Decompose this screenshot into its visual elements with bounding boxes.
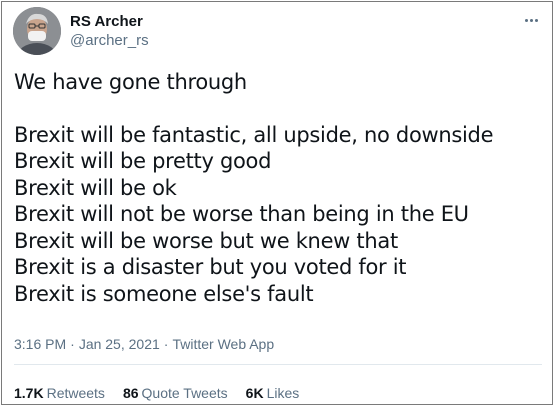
dot [534, 18, 538, 22]
likes-label: Likes [266, 385, 300, 401]
user-handle[interactable]: @archer_rs [70, 32, 149, 50]
tweet-date[interactable]: Jan 25, 2021 [79, 336, 160, 352]
tweet-stats: 1.7K Retweets 86 Quote Tweets 6K Likes [14, 385, 299, 401]
display-name[interactable]: RS Archer [70, 13, 149, 31]
quotes-count: 86 [122, 385, 139, 401]
quotes-label: Quote Tweets [141, 385, 228, 401]
quote-tweets-stat[interactable]: 86 Quote Tweets [123, 385, 228, 401]
tweet-header: RS Archer @archer_rs [13, 7, 542, 57]
retweets-label: Retweets [46, 385, 105, 401]
tweet-line: Brexit will be pretty good [14, 149, 272, 173]
more-options-icon[interactable] [520, 11, 542, 29]
tweet-meta: 3:16 PM · Jan 25, 2021 · Twitter Web App [14, 336, 274, 352]
tweet-line: Brexit will be ok [14, 175, 177, 200]
tweet-line: Brexit is someone else's fault [14, 281, 314, 306]
tweet-line: Brexit will not be worse than being in t… [14, 202, 469, 226]
tweet-intro: We have gone through [14, 70, 247, 94]
tweet-line: Brexit is a disaster but you voted for i… [14, 255, 407, 279]
author-names: RS Archer @archer_rs [70, 13, 149, 50]
dot [524, 18, 528, 22]
tweet-text: We have gone through Brexit will be fant… [14, 69, 542, 307]
tweet-source[interactable]: Twitter Web App [172, 336, 274, 352]
likes-count: 6K [245, 385, 264, 401]
avatar[interactable] [13, 7, 61, 55]
divider [14, 364, 542, 365]
meta-separator: · [70, 336, 75, 352]
dot [529, 18, 533, 22]
retweets-count: 1.7K [14, 385, 44, 401]
tweet-time[interactable]: 3:16 PM [14, 336, 66, 352]
retweets-stat[interactable]: 1.7K Retweets [14, 385, 105, 401]
tweet-line: Brexit will be fantastic, all upside, no… [14, 122, 494, 147]
tweet-card: RS Archer @archer_rs We have gone throug… [1, 1, 553, 405]
tweet-line: Brexit will be worse but we knew that [14, 228, 398, 253]
meta-separator: · [163, 336, 169, 352]
likes-stat[interactable]: 6K Likes [246, 385, 300, 401]
